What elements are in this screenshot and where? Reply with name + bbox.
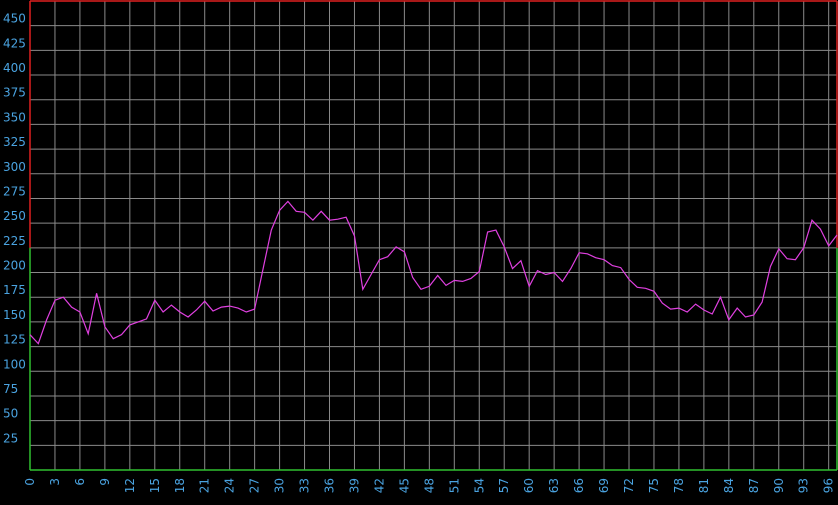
y-axis-ticks: 25 50 75 100 125 150 175 200 225 250 275 300 325 350 3… xyxy=(3,12,26,446)
line-chart: 2550751001251501752002252502753003253503… xyxy=(3,0,838,493)
x-tick-label: 0 xyxy=(23,478,37,486)
x-tick-label: 12 xyxy=(123,478,137,493)
x-tick-label: 27 xyxy=(248,478,262,493)
x-tick-label: 9 xyxy=(98,478,112,486)
x-tick-label: 81 xyxy=(697,478,711,493)
x-tick-label: 66 xyxy=(572,478,586,493)
x-tick-label: 21 xyxy=(198,478,212,493)
x-tick-label: 60 xyxy=(522,478,536,493)
x-tick-label: 18 xyxy=(173,478,187,493)
x-tick-label: 6 xyxy=(73,478,87,486)
y-tick-label: 350 xyxy=(3,110,26,124)
threshold-zones xyxy=(29,0,838,471)
x-tick-label: 57 xyxy=(497,478,511,493)
x-tick-label: 63 xyxy=(547,478,561,493)
x-tick-label: 51 xyxy=(447,478,461,493)
y-tick-label: 450 xyxy=(3,12,26,26)
y-tick-label: 175 xyxy=(3,283,26,297)
y-tick-label: 375 xyxy=(3,86,26,100)
y-tick-label: 200 xyxy=(3,259,26,273)
x-tick-label: 69 xyxy=(597,478,611,493)
y-tick-label: 125 xyxy=(3,333,26,347)
y-tick-label: 300 xyxy=(3,160,26,174)
grid xyxy=(29,0,837,470)
x-tick-label: 78 xyxy=(672,478,686,493)
y-tick-label: 75 xyxy=(3,382,18,396)
y-tick-label: 425 xyxy=(3,36,26,50)
y-tick-label: 400 xyxy=(3,61,26,75)
y-tick-label: 250 xyxy=(3,209,26,223)
x-tick-label: 75 xyxy=(647,478,661,493)
x-tick-label: 30 xyxy=(273,478,287,493)
x-tick-label: 42 xyxy=(372,478,386,493)
x-tick-label: 54 xyxy=(472,478,486,493)
y-tick-label: 325 xyxy=(3,135,26,149)
x-tick-label: 72 xyxy=(622,478,636,493)
x-tick-label: 36 xyxy=(323,478,337,493)
x-tick-label: 87 xyxy=(747,478,761,493)
y-tick-label: 25 xyxy=(3,431,18,445)
y-tick-label: 225 xyxy=(3,234,26,248)
x-tick-label: 93 xyxy=(797,478,811,493)
x-tick-label: 3 xyxy=(48,478,62,486)
x-tick-label: 45 xyxy=(397,478,411,493)
x-tick-label: 33 xyxy=(298,478,312,493)
x-tick-label: 48 xyxy=(422,478,436,493)
x-tick-label: 96 xyxy=(822,478,836,493)
y-tick-label: 150 xyxy=(3,308,26,322)
x-tick-label: 24 xyxy=(223,478,237,493)
x-tick-label: 90 xyxy=(772,478,786,493)
x-axis-ticks: 0 3 6 9 12 15 18 21 24 27 30 33 36 39 42 45 48 51 54 57 60 63… xyxy=(23,478,836,493)
y-tick-label: 275 xyxy=(3,184,26,198)
y-tick-label: 50 xyxy=(3,407,18,421)
x-tick-label: 15 xyxy=(148,478,162,493)
y-tick-label: 100 xyxy=(3,357,26,371)
x-tick-label: 39 xyxy=(347,478,361,493)
x-tick-label: 84 xyxy=(722,478,736,493)
